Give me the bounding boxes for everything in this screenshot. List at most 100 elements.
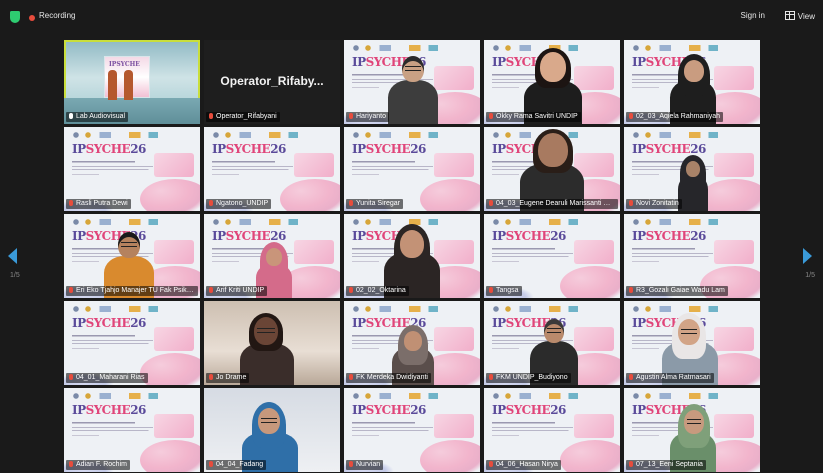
next-page-button[interactable] — [803, 248, 817, 268]
slide-conference-logo: IPSYCHE26 — [72, 316, 146, 330]
microphone-muted-icon — [629, 287, 633, 293]
page-indicator-right: 1/5 — [805, 272, 815, 279]
participant-name-label: Agustin Alma Ratmasari — [626, 373, 714, 383]
participant-name-label: FK Merdeka Dwidiyanti — [346, 373, 431, 383]
slide-logo-suffix: 26 — [690, 229, 706, 243]
participant-tile[interactable]: IPSYCHE26 R3_Gozali Gaiae Wadu Lam — [624, 214, 760, 298]
slide-decoration — [140, 179, 200, 211]
slide-logo-main: SYCHE — [365, 403, 411, 417]
participant-name-label: 04_03_Eugene Dearuli Marissanti Sinda... — [486, 199, 618, 209]
participant-name-label: 04_04_Fadang — [206, 460, 267, 470]
participant-tile[interactable]: IPSYCHE26 Arif Kriti UNDIP — [204, 214, 340, 298]
slide-logo-main: SYCHE — [505, 403, 551, 417]
microphone-muted-icon — [629, 113, 633, 119]
participant-name-label: Yunita Siregar — [346, 199, 403, 209]
slide-logo-prefix: IP — [72, 142, 86, 156]
participant-name-label: 02_02_Oktarina — [346, 286, 409, 296]
participant-tile[interactable]: IPSYCHE2604_03_Eugene Dearuli Marissanti… — [484, 127, 620, 211]
participant-tile[interactable]: Operator_Rifaby... Operator_Rifabyani — [204, 40, 340, 124]
participant-tile[interactable]: IPSYCHE2602_02_Oktarina — [344, 214, 480, 298]
slide-sponsor-logos — [72, 306, 170, 312]
participant-tile[interactable]: IPSYCHE26 Nurvian — [344, 388, 480, 472]
participant-tile[interactable]: IPSYCHE26 Eri Eko Tjahjo Manajer TU Fak P… — [64, 214, 200, 298]
participant-name-label: Hariyanto — [346, 112, 389, 122]
microphone-muted-icon — [349, 461, 353, 467]
participant-tile[interactable]: IPSYCHE26Okky Rama Savitri UNDIP — [484, 40, 620, 124]
participant-tile[interactable]: IPSYCHE26 Rasli Putra Dewi — [64, 127, 200, 211]
slide-logo-prefix: IP — [72, 316, 86, 330]
slide-decoration — [574, 240, 614, 264]
slide-logo-prefix: IP — [212, 142, 226, 156]
stage-screen-logo: IPSYCHE — [109, 61, 140, 68]
participant-name: Eri Eko Tjahjo Manajer TU Fak Psikologi — [76, 287, 198, 294]
security-shield-icon[interactable] — [10, 11, 20, 23]
slide-logo-prefix: IP — [352, 142, 366, 156]
participant-name: Agustin Alma Ratmasari — [636, 374, 711, 381]
slide-sponsor-logos — [72, 393, 170, 399]
participant-name-label: 04_01_Maharani Rias — [66, 373, 148, 383]
participant-tile[interactable]: IPSYCHE26 Novi Zonitatin — [624, 127, 760, 211]
slide-logo-prefix: IP — [492, 403, 506, 417]
participant-name: 04_01_Maharani Rias — [76, 374, 145, 381]
view-button[interactable]: View — [784, 11, 815, 21]
participant-tile[interactable]: IPSYCHE26 Adian F. Rochim — [64, 388, 200, 472]
participant-name: Jo Drame — [216, 374, 247, 381]
participant-name-label: Operator_Rifabyani — [206, 112, 280, 122]
participant-name-label: 07_13_Eeni Septania — [626, 460, 706, 470]
participant-tile[interactable]: IPSYCHE2602_03_Aqiela Rahmaniyah — [624, 40, 760, 124]
microphone-muted-icon — [349, 287, 353, 293]
slide-logo-suffix: 26 — [410, 142, 426, 156]
meeting-top-bar: Recording Sign in View — [0, 0, 823, 36]
participant-name-label: 02_03_Aqiela Rahmaniyah — [626, 112, 724, 122]
participant-tile[interactable]: IPSYCHE26Hariyanto — [344, 40, 480, 124]
view-label: View — [797, 12, 815, 21]
microphone-muted-icon — [489, 374, 493, 380]
participant-name-label: FKM UNDIP_Budiyono — [486, 373, 571, 383]
slide-logo-main: SYCHE — [365, 142, 411, 156]
slide-logo-suffix: 26 — [130, 316, 146, 330]
participant-name-label: Adian F. Rochim — [66, 460, 130, 470]
slide-logo-suffix: 26 — [410, 403, 426, 417]
slide-decoration — [140, 440, 200, 472]
slide-text-lines — [632, 248, 722, 264]
slide-logo-suffix: 26 — [550, 403, 566, 417]
slide-text-lines — [72, 422, 162, 438]
recording-label: Recording — [39, 11, 76, 20]
participant-name: 04_04_Fadang — [216, 461, 264, 468]
previous-page-button[interactable] — [8, 248, 22, 268]
participant-name-label: Ngatono_UNDIP — [206, 199, 272, 209]
slide-logo-main: SYCHE — [225, 142, 271, 156]
slide-logo-main: SYCHE — [85, 316, 131, 330]
slide-logo-suffix: 26 — [130, 142, 146, 156]
participant-tile[interactable]: IPSYCHE26 Yunita Siregar — [344, 127, 480, 211]
participant-tile[interactable]: IPSYCHE26Agustin Alma Ratmasari — [624, 301, 760, 385]
participant-name-label: R3_Gozali Gaiae Wadu Lam — [626, 286, 728, 296]
participant-tile[interactable]: IPSYCHE Lab Audiovisual — [64, 40, 200, 124]
participant-name: Adian F. Rochim — [76, 461, 127, 468]
slide-sponsor-logos — [492, 393, 590, 399]
slide-sponsor-logos — [632, 219, 730, 225]
participant-name: R3_Gozali Gaiae Wadu Lam — [636, 287, 725, 294]
participant-tile[interactable]: IPSYCHE26 04_06_Hasan Nirya — [484, 388, 620, 472]
participant-display-name: Operator_Rifaby... — [220, 74, 324, 88]
participant-tile[interactable]: IPSYCHE26FKM UNDIP_Budiyono — [484, 301, 620, 385]
participant-tile[interactable]: IPSYCHE26 FK Merdeka Dwidiyanti — [344, 301, 480, 385]
participant-name: Hariyanto — [356, 113, 386, 120]
slide-logo-suffix: 26 — [130, 403, 146, 417]
slide-decoration — [420, 179, 480, 211]
participant-tile[interactable]: IPSYCHE26 Ngatono_UNDIP — [204, 127, 340, 211]
participant-tile[interactable]: IPSYCHE2607_13_Eeni Septania — [624, 388, 760, 472]
microphone-muted-icon — [209, 200, 213, 206]
slide-sponsor-logos — [492, 219, 590, 225]
participant-tile[interactable]: IPSYCHE26 Tangsa — [484, 214, 620, 298]
participant-name: Lab Audiovisual — [76, 113, 126, 120]
participant-tile[interactable]: IPSYCHE26 04_01_Maharani Rias — [64, 301, 200, 385]
participant-name: 02_02_Oktarina — [356, 287, 406, 294]
participant-tile[interactable]: Jo Drame — [204, 301, 340, 385]
recording-dot-icon — [29, 15, 35, 21]
microphone-muted-icon — [69, 461, 73, 467]
participant-name: Operator_Rifabyani — [216, 113, 277, 120]
participant-tile[interactable]: 04_04_Fadang — [204, 388, 340, 472]
sign-in-button[interactable]: Sign in — [741, 11, 765, 20]
slide-text-lines — [72, 335, 162, 351]
